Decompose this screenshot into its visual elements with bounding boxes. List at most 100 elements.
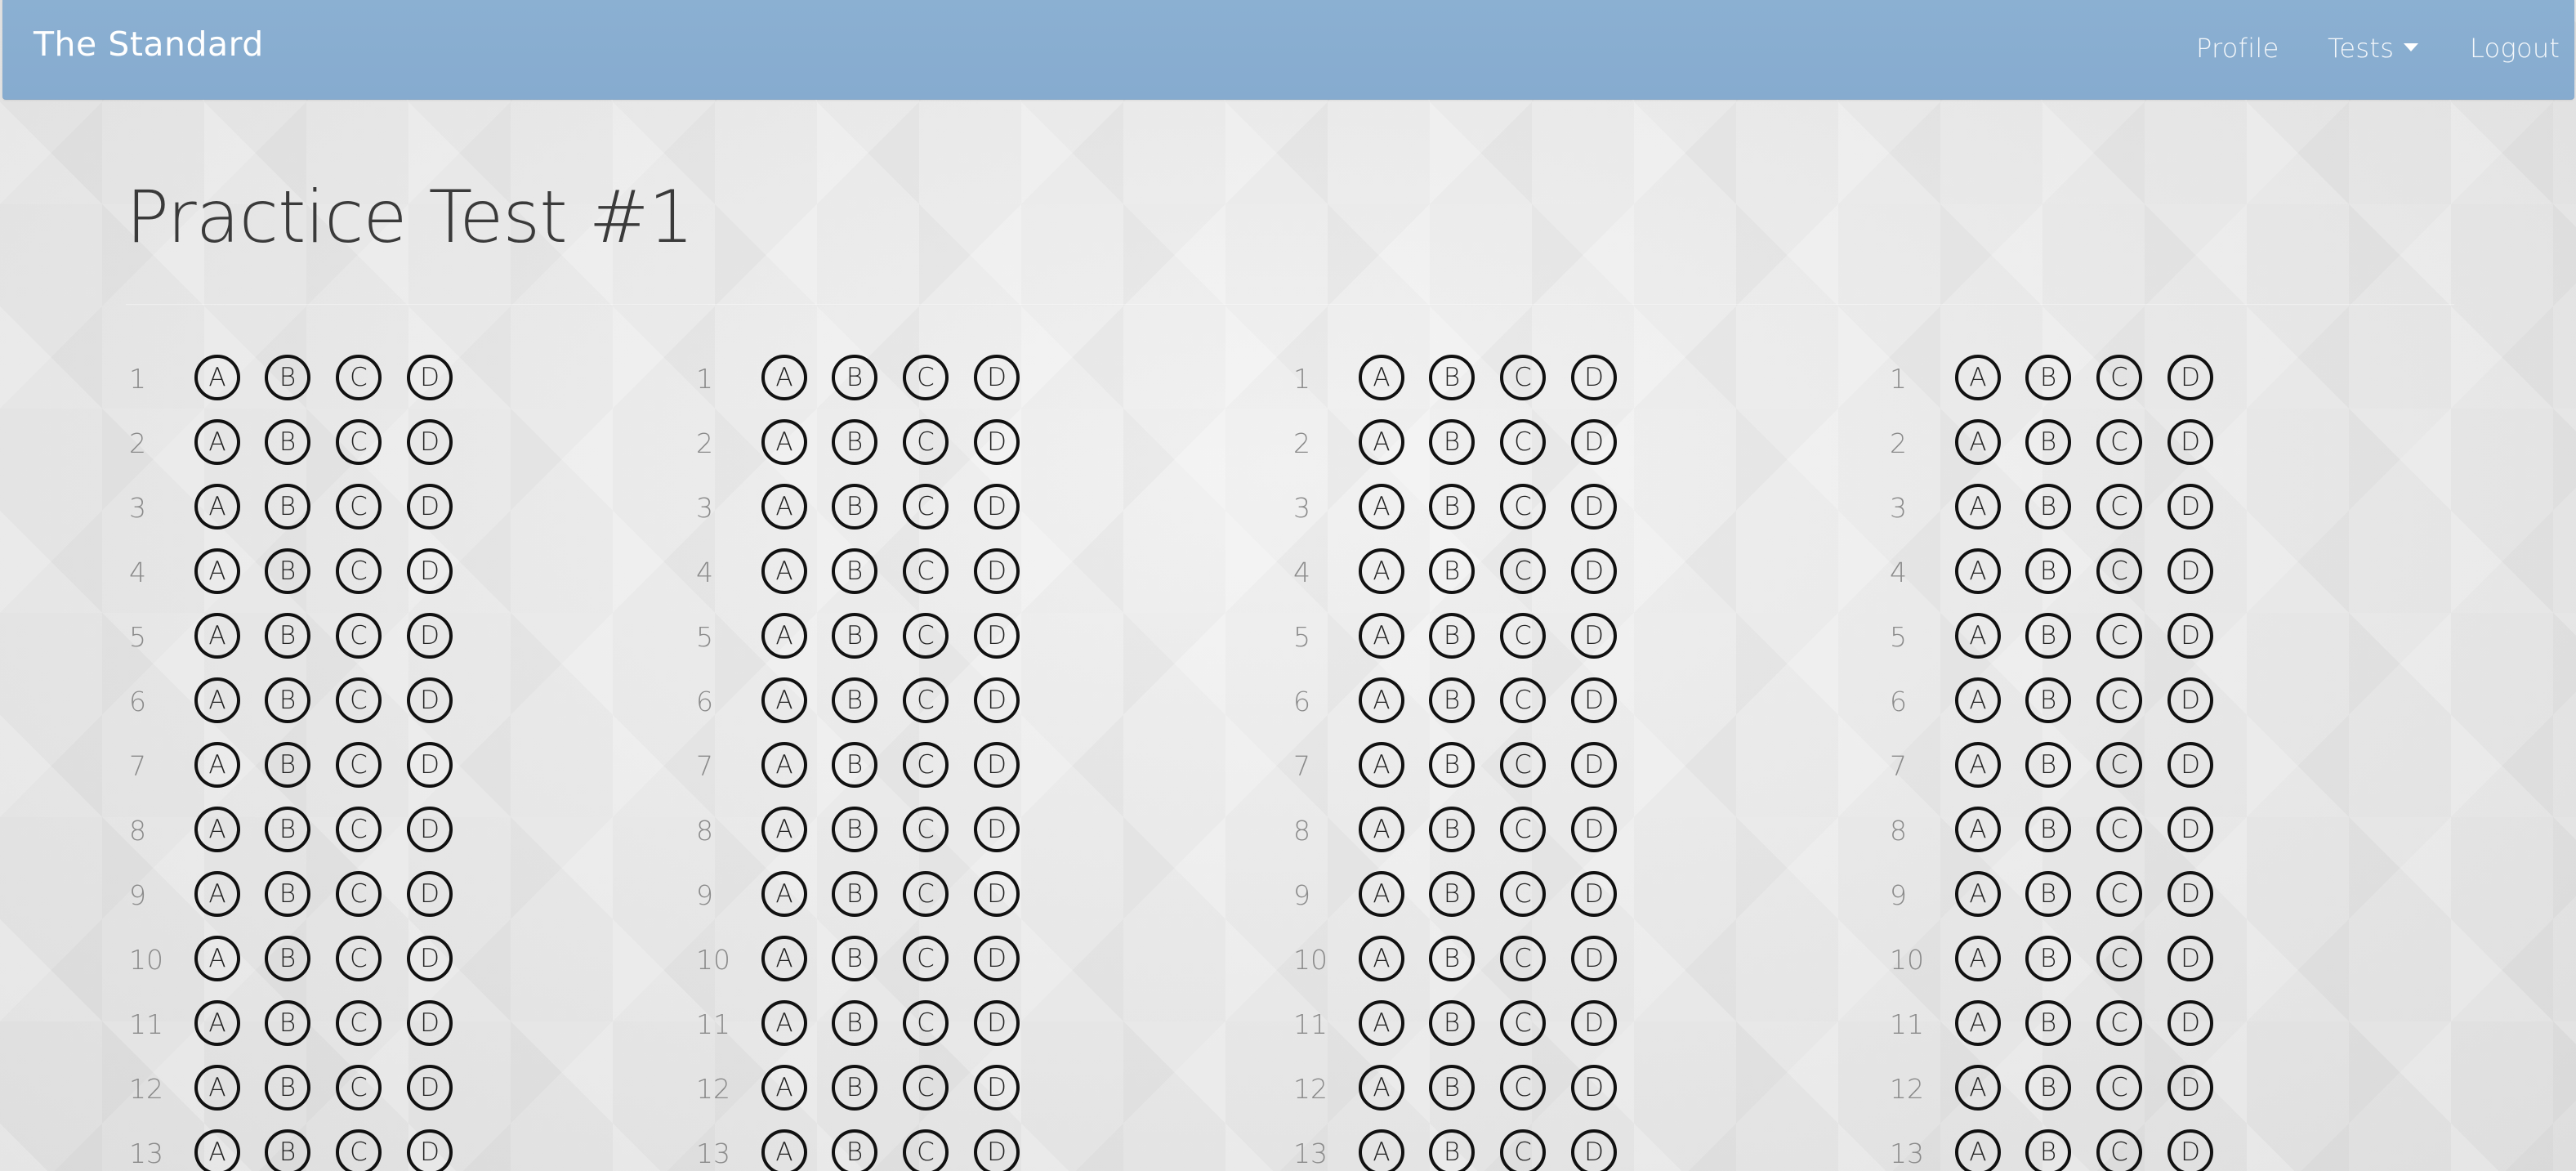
answer-bubble-b[interactable]: B bbox=[1429, 484, 1475, 530]
answer-bubble-c[interactable]: C bbox=[903, 419, 949, 465]
nav-logout-link[interactable]: Logout bbox=[2470, 33, 2560, 64]
answer-bubble-d[interactable]: D bbox=[1571, 936, 1617, 981]
answer-bubble-d[interactable]: D bbox=[974, 742, 1020, 788]
answer-bubble-b[interactable]: B bbox=[2025, 419, 2071, 465]
answer-bubble-b[interactable]: B bbox=[1429, 936, 1475, 981]
answer-bubble-c[interactable]: C bbox=[2096, 807, 2142, 852]
answer-bubble-b[interactable]: B bbox=[832, 936, 877, 981]
nav-profile-link[interactable]: Profile bbox=[2196, 33, 2279, 64]
answer-bubble-c[interactable]: C bbox=[903, 548, 949, 594]
answer-bubble-a[interactable]: A bbox=[1955, 742, 2001, 788]
answer-bubble-d[interactable]: D bbox=[407, 419, 453, 465]
answer-bubble-c[interactable]: C bbox=[1500, 355, 1546, 400]
answer-bubble-c[interactable]: C bbox=[903, 871, 949, 917]
answer-bubble-b[interactable]: B bbox=[832, 1129, 877, 1171]
answer-bubble-c[interactable]: C bbox=[1500, 742, 1546, 788]
answer-bubble-a[interactable]: A bbox=[194, 807, 240, 852]
answer-bubble-b[interactable]: B bbox=[265, 871, 310, 917]
answer-bubble-a[interactable]: A bbox=[1955, 484, 2001, 530]
answer-bubble-b[interactable]: B bbox=[265, 807, 310, 852]
answer-bubble-a[interactable]: A bbox=[1955, 548, 2001, 594]
answer-bubble-c[interactable]: C bbox=[336, 871, 382, 917]
answer-bubble-c[interactable]: C bbox=[1500, 548, 1546, 594]
answer-bubble-c[interactable]: C bbox=[1500, 807, 1546, 852]
answer-bubble-c[interactable]: C bbox=[2096, 677, 2142, 723]
answer-bubble-c[interactable]: C bbox=[2096, 355, 2142, 400]
answer-bubble-c[interactable]: C bbox=[903, 742, 949, 788]
answer-bubble-c[interactable]: C bbox=[336, 1065, 382, 1111]
answer-bubble-a[interactable]: A bbox=[761, 677, 807, 723]
answer-bubble-c[interactable]: C bbox=[336, 613, 382, 659]
answer-bubble-b[interactable]: B bbox=[1429, 1065, 1475, 1111]
answer-bubble-a[interactable]: A bbox=[761, 1129, 807, 1171]
answer-bubble-a[interactable]: A bbox=[1955, 1129, 2001, 1171]
answer-bubble-c[interactable]: C bbox=[336, 742, 382, 788]
answer-bubble-d[interactable]: D bbox=[1571, 355, 1617, 400]
answer-bubble-a[interactable]: A bbox=[194, 871, 240, 917]
answer-bubble-c[interactable]: C bbox=[1500, 1065, 1546, 1111]
answer-bubble-c[interactable]: C bbox=[1500, 1000, 1546, 1046]
answer-bubble-b[interactable]: B bbox=[832, 419, 877, 465]
answer-bubble-d[interactable]: D bbox=[974, 548, 1020, 594]
answer-bubble-a[interactable]: A bbox=[761, 613, 807, 659]
answer-bubble-d[interactable]: D bbox=[974, 419, 1020, 465]
answer-bubble-c[interactable]: C bbox=[1500, 1129, 1546, 1171]
answer-bubble-a[interactable]: A bbox=[761, 807, 807, 852]
answer-bubble-b[interactable]: B bbox=[265, 419, 310, 465]
answer-bubble-a[interactable]: A bbox=[194, 1000, 240, 1046]
answer-bubble-d[interactable]: D bbox=[974, 807, 1020, 852]
answer-bubble-a[interactable]: A bbox=[194, 1129, 240, 1171]
answer-bubble-d[interactable]: D bbox=[1571, 613, 1617, 659]
answer-bubble-a[interactable]: A bbox=[761, 871, 807, 917]
answer-bubble-a[interactable]: A bbox=[761, 548, 807, 594]
answer-bubble-c[interactable]: C bbox=[1500, 871, 1546, 917]
answer-bubble-b[interactable]: B bbox=[2025, 871, 2071, 917]
answer-bubble-a[interactable]: A bbox=[1359, 613, 1404, 659]
answer-bubble-b[interactable]: B bbox=[265, 936, 310, 981]
answer-bubble-d[interactable]: D bbox=[974, 484, 1020, 530]
answer-bubble-b[interactable]: B bbox=[832, 742, 877, 788]
answer-bubble-a[interactable]: A bbox=[1955, 807, 2001, 852]
answer-bubble-b[interactable]: B bbox=[265, 1065, 310, 1111]
answer-bubble-d[interactable]: D bbox=[2168, 355, 2213, 400]
answer-bubble-c[interactable]: C bbox=[1500, 936, 1546, 981]
answer-bubble-b[interactable]: B bbox=[1429, 742, 1475, 788]
answer-bubble-d[interactable]: D bbox=[407, 871, 453, 917]
answer-bubble-d[interactable]: D bbox=[407, 613, 453, 659]
answer-bubble-a[interactable]: A bbox=[1955, 677, 2001, 723]
answer-bubble-b[interactable]: B bbox=[265, 1129, 310, 1171]
answer-bubble-a[interactable]: A bbox=[1359, 936, 1404, 981]
answer-bubble-a[interactable]: A bbox=[1359, 1129, 1404, 1171]
answer-bubble-d[interactable]: D bbox=[974, 1129, 1020, 1171]
answer-bubble-c[interactable]: C bbox=[336, 1000, 382, 1046]
answer-bubble-b[interactable]: B bbox=[1429, 677, 1475, 723]
answer-bubble-d[interactable]: D bbox=[974, 936, 1020, 981]
answer-bubble-d[interactable]: D bbox=[1571, 548, 1617, 594]
answer-bubble-c[interactable]: C bbox=[1500, 613, 1546, 659]
answer-bubble-b[interactable]: B bbox=[2025, 484, 2071, 530]
answer-bubble-b[interactable]: B bbox=[832, 871, 877, 917]
answer-bubble-b[interactable]: B bbox=[832, 484, 877, 530]
answer-bubble-d[interactable]: D bbox=[974, 1065, 1020, 1111]
answer-bubble-d[interactable]: D bbox=[407, 548, 453, 594]
answer-bubble-b[interactable]: B bbox=[265, 484, 310, 530]
answer-bubble-c[interactable]: C bbox=[2096, 1065, 2142, 1111]
answer-bubble-a[interactable]: A bbox=[761, 1000, 807, 1046]
answer-bubble-b[interactable]: B bbox=[265, 742, 310, 788]
answer-bubble-b[interactable]: B bbox=[1429, 807, 1475, 852]
answer-bubble-c[interactable]: C bbox=[903, 613, 949, 659]
answer-bubble-a[interactable]: A bbox=[194, 484, 240, 530]
answer-bubble-c[interactable]: C bbox=[2096, 548, 2142, 594]
answer-bubble-d[interactable]: D bbox=[2168, 613, 2213, 659]
answer-bubble-c[interactable]: C bbox=[336, 677, 382, 723]
answer-bubble-d[interactable]: D bbox=[407, 936, 453, 981]
answer-bubble-d[interactable]: D bbox=[1571, 484, 1617, 530]
answer-bubble-a[interactable]: A bbox=[194, 677, 240, 723]
answer-bubble-c[interactable]: C bbox=[336, 355, 382, 400]
answer-bubble-b[interactable]: B bbox=[265, 677, 310, 723]
answer-bubble-c[interactable]: C bbox=[2096, 613, 2142, 659]
answer-bubble-d[interactable]: D bbox=[1571, 677, 1617, 723]
answer-bubble-a[interactable]: A bbox=[761, 419, 807, 465]
answer-bubble-d[interactable]: D bbox=[2168, 742, 2213, 788]
answer-bubble-d[interactable]: D bbox=[2168, 677, 2213, 723]
